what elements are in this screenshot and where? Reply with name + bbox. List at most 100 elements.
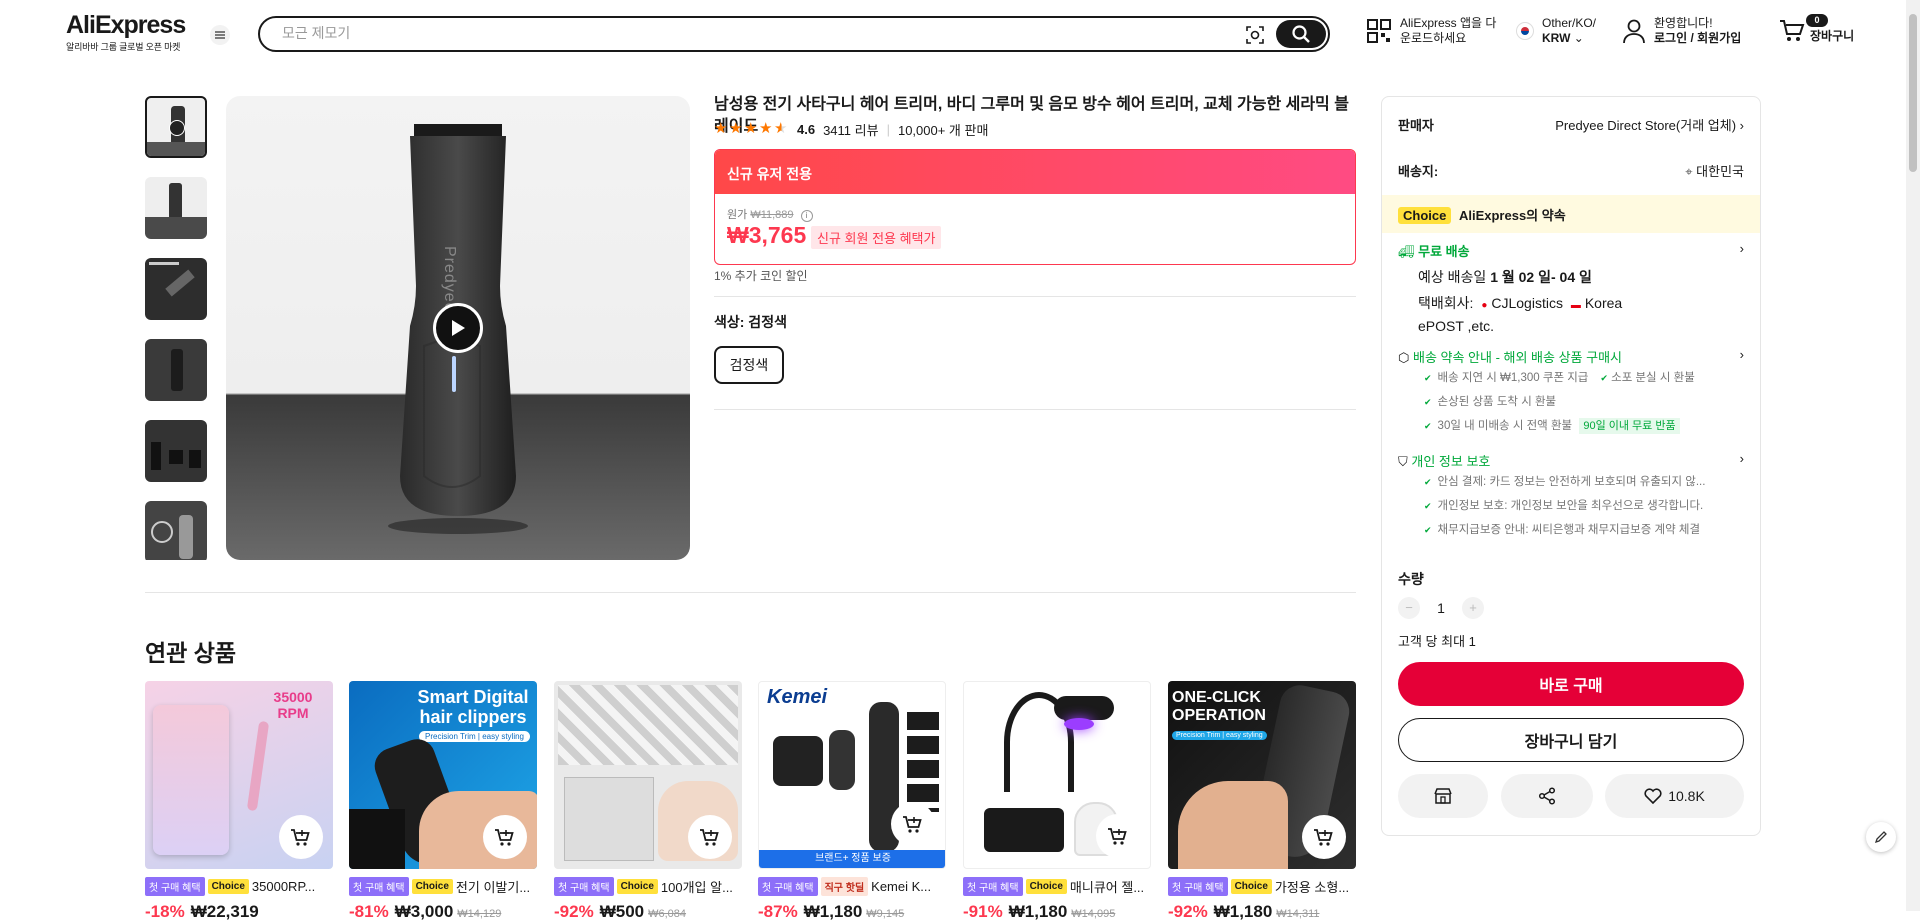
review-count[interactable]: 3411 리뷰 xyxy=(823,120,879,139)
ship-to-label: 배송지: xyxy=(1398,164,1439,179)
app-download[interactable]: AliExpress 앱을 다 운로드하세요 xyxy=(1366,16,1496,46)
color-option-black[interactable]: 검정색 xyxy=(714,346,784,384)
delivery-promise-row[interactable]: ⬡ 배송 약속 안내 - 해외 배송 상품 구매시 › xyxy=(1398,347,1744,366)
truck-icon: 🚚︎ xyxy=(1398,244,1415,259)
wishlist-button[interactable]: 10.8K xyxy=(1605,774,1744,818)
privacy-row[interactable]: ⛉ 개인 정보 보호 › xyxy=(1398,451,1744,470)
account-menu[interactable]: 환영합니다! 로그인 / 회원가입 xyxy=(1622,16,1741,46)
search-bar xyxy=(258,16,1330,52)
site-header: AliExpress 알리바바 그룹 글로벌 오픈 마켓 AliExpress … xyxy=(0,0,1920,66)
shield-icon: ⛉ xyxy=(1398,454,1408,469)
region-selector[interactable]: Other/KO/KRW ⌄ xyxy=(1516,16,1596,46)
cart-icon: 0 xyxy=(1778,14,1828,44)
discount-pct: -92% xyxy=(554,902,594,921)
free-shipping-label: 무료 배송 xyxy=(1418,244,1470,259)
cart-link[interactable]: 0 장바구니 xyxy=(1778,14,1854,44)
promise-item: 30일 내 미배송 시 전액 환불 90일 이내 무료 반품 xyxy=(1424,417,1680,434)
add-cart-icon[interactable] xyxy=(1302,815,1346,859)
share-button[interactable] xyxy=(1501,774,1593,818)
card-tags: 첫 구매 혜택 Choice 매니큐어 젤... xyxy=(963,877,1151,896)
add-cart-icon[interactable] xyxy=(688,815,732,859)
product-card[interactable]: Kemei 브랜드+ 정품 보증 첫 구매 혜택 직구 핫딜 Kemei K... … xyxy=(758,681,946,922)
hot-deal-tag: 직구 핫딜 xyxy=(820,877,869,896)
page-scrollbar[interactable] xyxy=(1906,0,1920,911)
first-purchase-tag: 첫 구매 혜택 xyxy=(758,877,818,896)
card-price: -91% ₩1,180 ₩14,095 xyxy=(963,902,1151,922)
choice-badge: Choice xyxy=(1398,207,1452,224)
main-product-image[interactable]: Predyee xyxy=(226,96,690,560)
thumbnail-2[interactable] xyxy=(145,177,207,239)
star-icon: ★ xyxy=(714,120,728,137)
courier-info: 택배회사: ● CJLogistics ▬ Korea ePOST ,etc. xyxy=(1418,293,1744,337)
courier-cj: CJLogistics xyxy=(1491,295,1563,311)
product-card[interactable]: 첫 구매 혜택 Choice 100개입 알... -92% ₩500 ₩6,084 xyxy=(554,681,742,922)
increase-button[interactable]: + xyxy=(1462,597,1484,619)
add-cart-icon[interactable] xyxy=(483,815,527,859)
product-card[interactable]: Smart Digital hair clippers Precision Tr… xyxy=(349,681,537,922)
info-icon[interactable]: i xyxy=(800,210,813,222)
ship-to-row[interactable]: 배송지: ⌖ 대한민국 xyxy=(1398,161,1744,180)
separator: | xyxy=(886,121,890,137)
add-cart-icon[interactable] xyxy=(891,802,935,846)
add-cart-icon[interactable] xyxy=(279,815,323,859)
thumbnail-6[interactable] xyxy=(145,501,207,560)
store-button[interactable] xyxy=(1398,774,1488,818)
korea-flag-icon xyxy=(1516,22,1534,40)
aliexpress-logo[interactable]: AliExpress 알리바바 그룹 글로벌 오픈 마켓 xyxy=(66,12,192,53)
card-title: Kemei K... xyxy=(871,879,932,894)
product-card-image[interactable]: Kemei 브랜드+ 정품 보증 xyxy=(758,681,946,869)
product-card-image[interactable] xyxy=(963,681,1151,869)
discount-pct: -91% xyxy=(963,902,1003,921)
product-card[interactable]: 첫 구매 혜택 Choice 매니큐어 젤... -91% ₩1,180 ₩14,095 xyxy=(963,681,1151,922)
buy-now-button[interactable]: 바로 구매 xyxy=(1398,662,1744,706)
search-input[interactable] xyxy=(282,25,1182,41)
video-play-button[interactable] xyxy=(433,303,483,353)
product-card[interactable]: 35000 RPM 첫 구매 혜택 Choice 35000RP... -18% ₩2… xyxy=(145,681,333,922)
play-icon xyxy=(169,120,185,136)
card-price: -92% ₩1,180 ₩14,311 xyxy=(1168,902,1356,922)
seller-name: Predyee Direct Store(거래 업체) xyxy=(1555,118,1737,133)
add-to-cart-button[interactable]: 장바구니 담기 xyxy=(1398,718,1744,762)
free-shipping-row[interactable]: 🚚︎ 무료 배송 › xyxy=(1398,241,1744,260)
decrease-button[interactable]: − xyxy=(1398,597,1420,619)
price: ₩500 xyxy=(599,902,645,921)
card-tags: 첫 구매 혜택 Choice 100개입 알... xyxy=(554,877,742,896)
location-pin-icon: ⌖ xyxy=(1685,164,1693,179)
camera-search-icon[interactable] xyxy=(1244,24,1266,46)
seller-row[interactable]: 판매자 Predyee Direct Store(거래 업체) › xyxy=(1398,115,1744,134)
privacy-text: 안심 결제: 카드 정보는 안전하게 보호되며 유출되지 않... xyxy=(1437,476,1706,488)
pencil-icon xyxy=(1874,831,1887,844)
scrollbar-thumb[interactable] xyxy=(1909,14,1917,172)
thumbnail-1[interactable] xyxy=(145,96,207,158)
search-button[interactable] xyxy=(1276,20,1326,48)
discount-pct: -87% xyxy=(758,902,798,921)
thumbnail-5[interactable] xyxy=(145,420,207,482)
original-price-row: 원가 ₩11,889 i xyxy=(727,206,813,222)
currency-label: KRW xyxy=(1542,31,1571,45)
original-price: ₩9,145 xyxy=(866,908,905,920)
card-title: 전기 이발기... xyxy=(455,880,531,895)
menu-icon[interactable] xyxy=(210,25,230,45)
product-card-image[interactable]: ONE-CLICK OPERATION Precision Trim | eas… xyxy=(1168,681,1356,869)
thumbnail-4[interactable] xyxy=(145,339,207,401)
add-cart-icon[interactable] xyxy=(1096,814,1140,858)
choice-promise-band: Choice AliExpress의 약속 xyxy=(1382,195,1760,233)
product-card-image[interactable]: 35000 RPM xyxy=(145,681,333,869)
card-title: 가정용 소형... xyxy=(1274,880,1350,895)
product-card-image[interactable]: Smart Digital hair clippers Precision Tr… xyxy=(349,681,537,869)
ship-to-country: 대한민국 xyxy=(1696,164,1744,179)
product-card-image[interactable] xyxy=(554,681,742,869)
edit-floating-button[interactable] xyxy=(1866,822,1896,852)
card-image-subtext: Precision Trim | easy styling xyxy=(419,731,530,742)
card-title: 100개입 알... xyxy=(660,880,733,895)
app-download-line2: 운로드하세요 xyxy=(1400,31,1467,45)
first-purchase-tag: 첫 구매 혜택 xyxy=(145,877,205,896)
quantity-value[interactable]: 1 xyxy=(1420,600,1462,616)
login-signup-link[interactable]: 로그인 / 회원가입 xyxy=(1654,31,1741,45)
card-image-subtext: Precision Trim | easy styling xyxy=(1172,731,1267,740)
thumbnail-3[interactable] xyxy=(145,258,207,320)
promise-item: 손상된 상품 도착 시 환불 xyxy=(1424,393,1557,409)
card-title: 35000RP... xyxy=(251,879,316,894)
delivery-label: 예상 배송일 xyxy=(1418,269,1487,285)
product-card[interactable]: ONE-CLICK OPERATION Precision Trim | eas… xyxy=(1168,681,1356,922)
